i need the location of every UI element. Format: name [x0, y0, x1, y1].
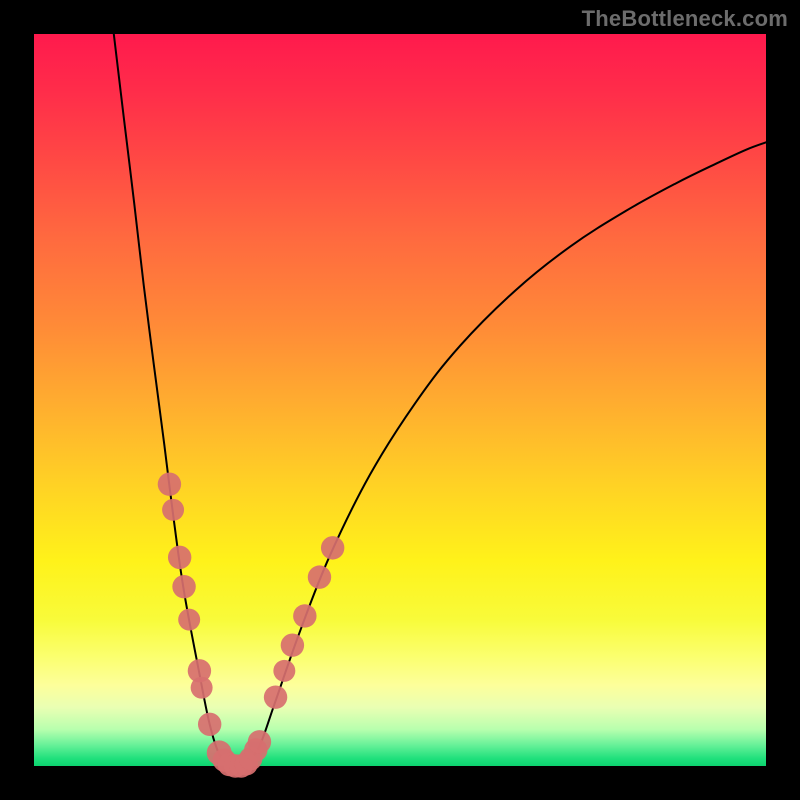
- curve-svg: [34, 34, 766, 766]
- bottleneck-curve: [114, 34, 766, 767]
- marker-dot: [178, 609, 200, 631]
- marker-dot: [264, 685, 287, 708]
- watermark-label: TheBottleneck.com: [582, 6, 788, 32]
- marker-group: [158, 472, 345, 777]
- marker-dot: [248, 730, 271, 753]
- marker-dot: [293, 604, 316, 627]
- marker-dot: [191, 677, 213, 699]
- marker-dot: [308, 565, 331, 588]
- marker-dot: [273, 660, 295, 682]
- marker-dot: [158, 472, 181, 495]
- marker-dot: [162, 499, 184, 521]
- marker-dot: [321, 536, 344, 559]
- marker-dot: [172, 575, 195, 598]
- marker-dot: [281, 634, 304, 657]
- chart-frame: TheBottleneck.com: [0, 0, 800, 800]
- curve-group: [114, 34, 766, 767]
- marker-dot: [168, 546, 191, 569]
- marker-dot: [198, 713, 221, 736]
